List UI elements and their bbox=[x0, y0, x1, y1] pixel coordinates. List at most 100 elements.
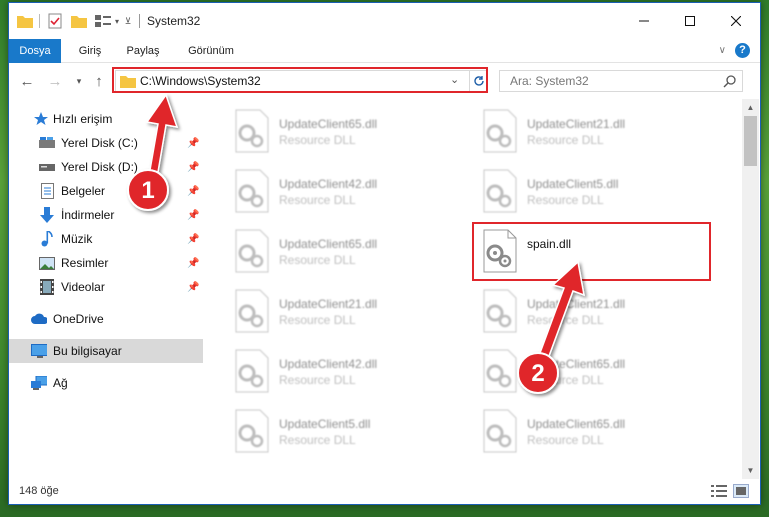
pin-icon[interactable]: 📌 bbox=[187, 138, 199, 149]
sidebar-item-onedrive[interactable]: OneDrive bbox=[9, 307, 203, 331]
file-name: UpdateClient21.dll bbox=[527, 117, 626, 131]
drive-d-icon bbox=[39, 159, 55, 175]
dll-file-icon bbox=[235, 169, 269, 213]
sidebar-item-this-pc[interactable]: Bu bilgisayar bbox=[9, 339, 203, 363]
address-highlight bbox=[112, 67, 488, 93]
list-item[interactable]: UpdateClient5.dll Resource DLL bbox=[483, 169, 703, 215]
file-type: Resource DLL bbox=[527, 133, 604, 147]
qa-dropdown-icon[interactable]: ▾ bbox=[113, 13, 121, 29]
window-title: System32 bbox=[147, 14, 201, 28]
status-bar: 148 öğe bbox=[9, 479, 760, 504]
qa-customize-icon[interactable]: ⊻ bbox=[123, 13, 133, 29]
tab-share[interactable]: Paylaş bbox=[117, 39, 169, 63]
vertical-scrollbar[interactable]: ▲ ▼ bbox=[742, 99, 759, 479]
maximize-button[interactable] bbox=[667, 3, 713, 39]
drive-c-icon bbox=[39, 135, 55, 151]
scroll-up-icon[interactable]: ▲ bbox=[742, 99, 759, 116]
onedrive-icon bbox=[31, 311, 47, 327]
search-placeholder[interactable]: Ara: System32 bbox=[510, 74, 589, 88]
minimize-button[interactable] bbox=[621, 3, 667, 39]
close-button[interactable] bbox=[713, 3, 759, 39]
sidebar-item-pictures[interactable]: Resimler 📌 bbox=[9, 251, 203, 275]
tab-file[interactable]: Dosya bbox=[9, 39, 61, 63]
file-name: UpdateClient65.dll bbox=[279, 237, 378, 251]
sidebar-label: İndirmeler bbox=[61, 208, 115, 222]
recent-locations-button[interactable]: ▾ bbox=[69, 71, 89, 91]
list-item[interactable]: UpdateClient42.dll Resource DLL bbox=[235, 349, 455, 395]
scroll-down-icon[interactable]: ▼ bbox=[742, 462, 759, 479]
sidebar-label: Hızlı erişim bbox=[53, 112, 113, 126]
list-item[interactable]: UpdateClient65.dll Resource DLL bbox=[235, 109, 455, 155]
navigation-pane: Hızlı erişim Yerel Disk (C:) 📌 Yerel Dis… bbox=[9, 99, 203, 479]
sidebar-item-documents[interactable]: Belgeler 📌 bbox=[9, 179, 203, 203]
sidebar-label: Ağ bbox=[53, 376, 68, 390]
list-item[interactable]: UpdateClient65.dll Resource DLL bbox=[483, 409, 703, 455]
forward-button[interactable]: → bbox=[45, 71, 65, 91]
file-type: Resource DLL bbox=[279, 193, 356, 207]
customize-icon[interactable] bbox=[95, 13, 111, 29]
sidebar-label: Müzik bbox=[61, 232, 93, 246]
sidebar-item-network[interactable]: Ağ bbox=[9, 371, 203, 395]
pin-icon[interactable]: 📌 bbox=[187, 282, 199, 293]
list-item[interactable]: UpdateClient21.dll Resource DLL bbox=[235, 289, 455, 335]
file-name: UpdateClient65.dll bbox=[527, 417, 626, 431]
dll-file-icon bbox=[235, 229, 269, 273]
ribbon-tabs: Dosya Giriş Paylaş Görünüm ∨ ? bbox=[9, 39, 760, 63]
tab-view[interactable]: Görünüm bbox=[177, 39, 245, 63]
pin-icon[interactable]: 📌 bbox=[187, 258, 199, 269]
dll-file-icon bbox=[235, 409, 269, 453]
sidebar-item-quick-access[interactable]: Hızlı erişim bbox=[9, 107, 203, 131]
back-button[interactable]: ← bbox=[17, 71, 37, 91]
properties-icon[interactable] bbox=[47, 13, 63, 29]
sidebar-label: Yerel Disk (C:) bbox=[61, 136, 138, 150]
pin-icon[interactable]: 📌 bbox=[187, 234, 199, 245]
search-icon[interactable] bbox=[723, 74, 737, 91]
dll-file-icon bbox=[483, 109, 517, 153]
list-item[interactable]: UpdateClient65.dll Resource DLL bbox=[235, 229, 455, 275]
sidebar-item-downloads[interactable]: İndirmeler 📌 bbox=[9, 203, 203, 227]
up-button[interactable]: ↑ bbox=[89, 71, 109, 91]
music-icon bbox=[39, 231, 55, 247]
list-item[interactable]: UpdateClient21.dll Resource DLL bbox=[483, 289, 703, 335]
sidebar-label: Bu bilgisayar bbox=[53, 344, 122, 358]
sidebar-item-drive-c[interactable]: Yerel Disk (C:) 📌 bbox=[9, 131, 203, 155]
list-item[interactable]: UpdateClient21.dll Resource DLL bbox=[483, 109, 703, 155]
help-button[interactable]: ? bbox=[735, 43, 750, 58]
pin-icon[interactable]: 📌 bbox=[187, 162, 199, 173]
file-type: Resource DLL bbox=[279, 433, 356, 447]
scrollbar-thumb[interactable] bbox=[744, 116, 757, 166]
sidebar-label: Yerel Disk (D:) bbox=[61, 160, 138, 174]
sidebar-label: OneDrive bbox=[53, 312, 104, 326]
pictures-icon bbox=[39, 255, 55, 271]
file-type: Resource DLL bbox=[527, 193, 604, 207]
sidebar-item-music[interactable]: Müzik 📌 bbox=[9, 227, 203, 251]
pin-icon[interactable]: 📌 bbox=[187, 186, 199, 197]
list-item[interactable]: UpdateClient65.dll Resource DLL bbox=[483, 349, 703, 395]
pin-icon[interactable]: 📌 bbox=[187, 210, 199, 221]
downloads-icon bbox=[39, 207, 55, 223]
file-name: UpdateClient42.dll bbox=[279, 177, 378, 191]
title-bar: ▾ ⊻ System32 bbox=[9, 3, 760, 39]
dll-file-icon bbox=[483, 289, 517, 333]
dll-file-icon bbox=[483, 409, 517, 453]
dll-file-icon bbox=[483, 169, 517, 213]
tab-home[interactable]: Giriş bbox=[67, 39, 113, 63]
list-item[interactable]: UpdateClient5.dll Resource DLL bbox=[235, 409, 455, 455]
file-name: UpdateClient42.dll bbox=[279, 357, 378, 371]
dll-file-icon bbox=[483, 349, 517, 393]
search-box[interactable]: Ara: System32 bbox=[499, 70, 743, 92]
sidebar-item-drive-d[interactable]: Yerel Disk (D:) 📌 bbox=[9, 155, 203, 179]
file-type: Resource DLL bbox=[527, 313, 604, 327]
file-name: UpdateClient65.dll bbox=[279, 117, 378, 131]
sidebar-label: Resimler bbox=[61, 256, 109, 270]
new-folder-icon[interactable] bbox=[71, 13, 87, 29]
network-icon bbox=[31, 375, 47, 391]
computer-icon bbox=[31, 343, 47, 359]
large-icons-view-icon[interactable] bbox=[733, 484, 749, 498]
sidebar-item-videos[interactable]: Videolar 📌 bbox=[9, 275, 203, 299]
details-view-icon[interactable] bbox=[711, 484, 727, 498]
list-item[interactable]: UpdateClient42.dll Resource DLL bbox=[235, 169, 455, 215]
ribbon-expand-icon[interactable]: ∨ bbox=[719, 45, 726, 56]
videos-icon bbox=[39, 279, 55, 295]
sidebar-label: Videolar bbox=[61, 280, 105, 294]
